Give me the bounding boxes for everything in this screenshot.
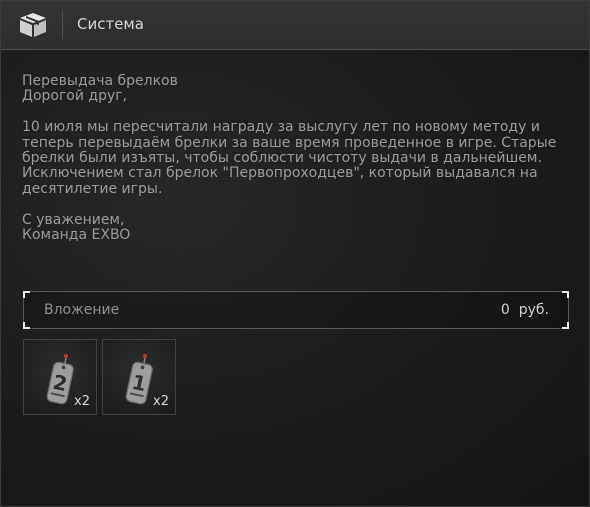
message-line: теперь перевыдаём брелки за ваше время п…: [22, 134, 557, 151]
sender-title: Система: [77, 15, 144, 33]
message-line: десятилетие игры.: [22, 180, 163, 197]
header-divider: [62, 11, 63, 39]
message-greeting: Дорогой друг,: [22, 88, 128, 105]
mail-window: Система Перевыдача брелков Дорогой друг,…: [0, 0, 590, 507]
message-subject: Перевыдача брелков: [22, 73, 178, 89]
attachment-amount: 0 руб.: [500, 302, 549, 318]
attachment-label: Вложение: [44, 302, 120, 318]
message-body: Перевыдача брелков Дорогой друг, 10 июля…: [22, 73, 570, 244]
item-slot[interactable]: 2 x2: [23, 339, 97, 415]
item-count: x2: [153, 394, 169, 409]
message-line: Исключением стал брелок "Первопроходцев"…: [22, 165, 538, 182]
message-signature: Команда EXBO: [22, 227, 131, 244]
item-slot[interactable]: 1 x2: [102, 339, 176, 415]
box-icon: [20, 13, 46, 37]
attachment-bar[interactable]: Вложение 0 руб.: [23, 291, 569, 329]
message-signoff: С уважением,: [22, 211, 125, 228]
item-count: x2: [74, 394, 90, 409]
window-header: Система: [1, 1, 589, 50]
message-line: 10 июля мы пересчитали награду за выслуг…: [22, 119, 540, 136]
message-line: брелки были изъяты, чтобы соблюсти чисто…: [22, 150, 542, 167]
